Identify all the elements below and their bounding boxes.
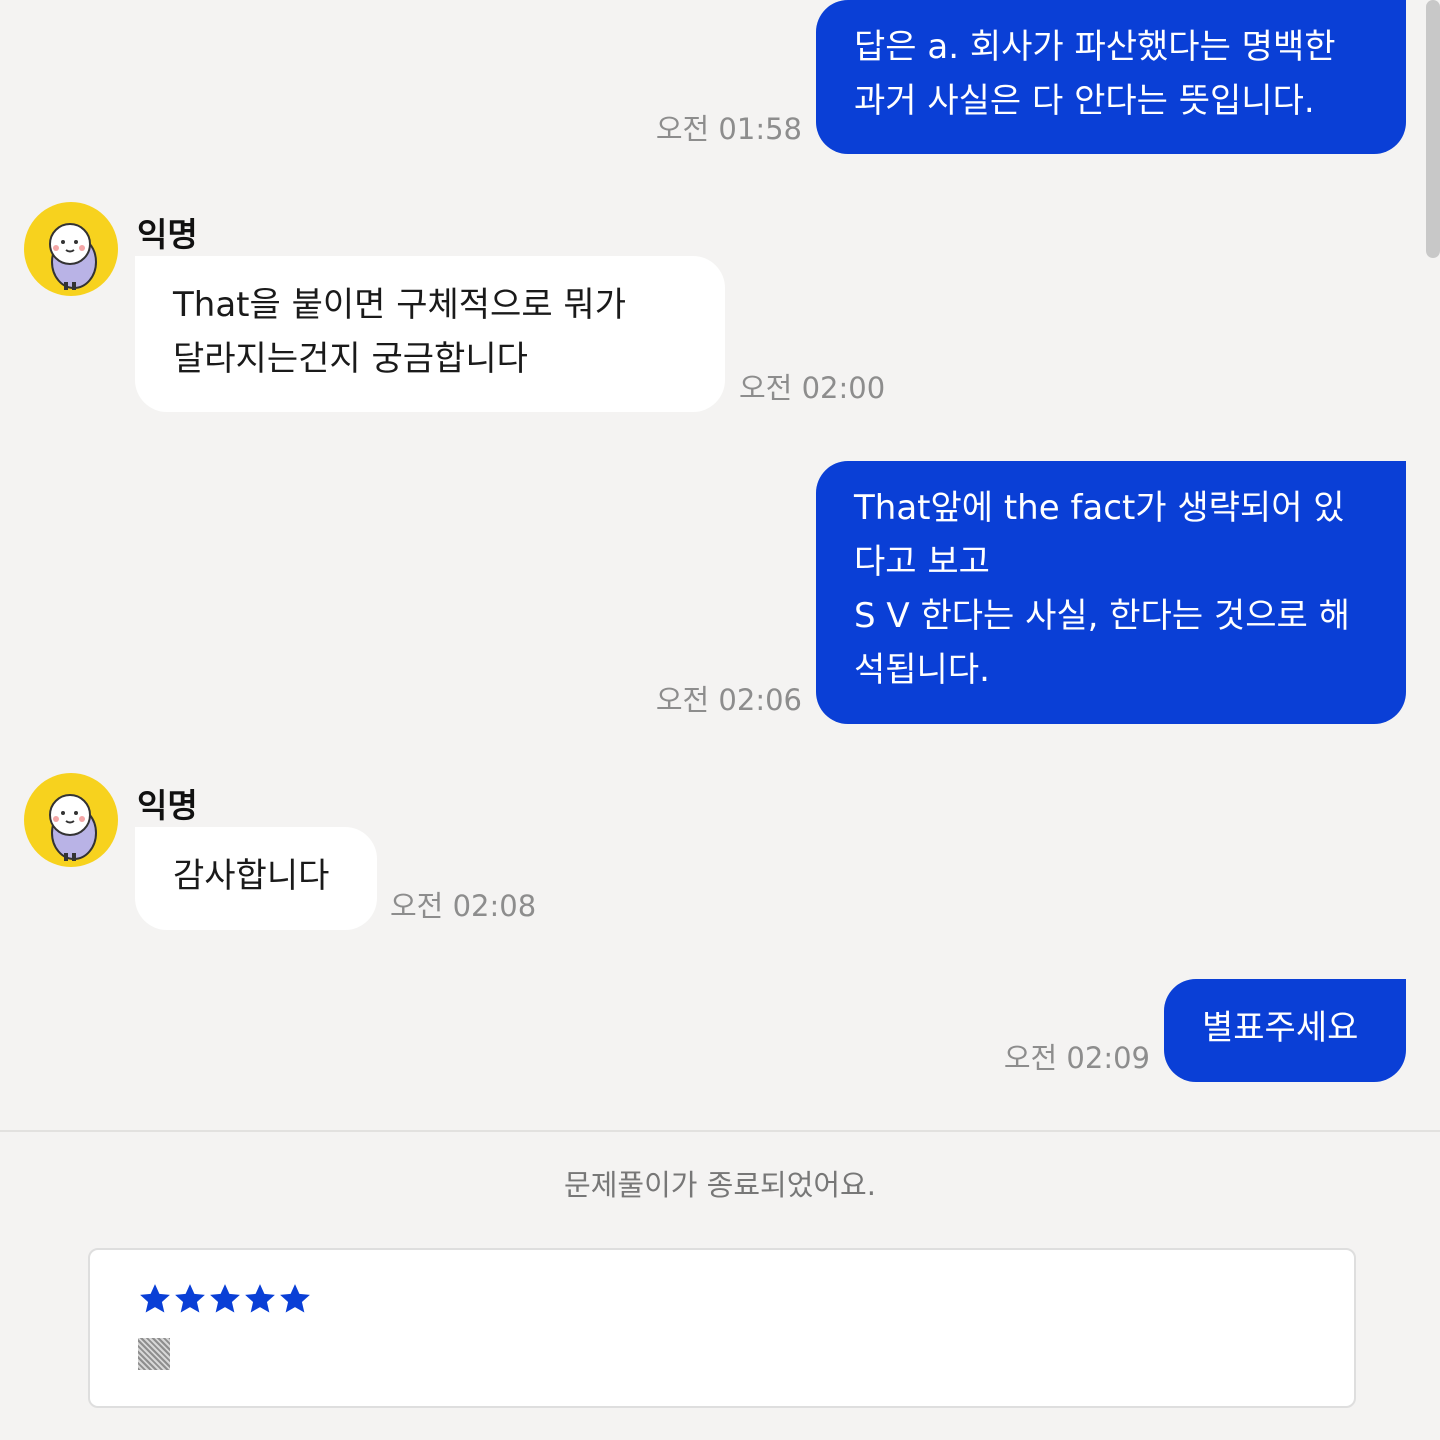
message-timestamp: 오전 02:09 bbox=[1003, 1041, 1150, 1075]
message-timestamp: 오전 02:06 bbox=[655, 683, 802, 717]
message-timestamp: 오전 02:08 bbox=[390, 889, 537, 923]
chat-area[interactable]: 답은 a. 회사가 파산했다는 명백한 과거 사실은 다 안다는 뜻입니다. 오… bbox=[0, 0, 1440, 1130]
star-icon bbox=[245, 1284, 275, 1313]
sender-name: 익명 bbox=[137, 215, 198, 254]
message-timestamp: 오전 02:00 bbox=[739, 371, 886, 405]
star-icon bbox=[140, 1284, 170, 1313]
outgoing-message-bubble: That앞에 the fact가 생략되어 있 다고 보고 S V 한다는 사실… bbox=[816, 461, 1406, 724]
star-icon bbox=[210, 1284, 240, 1313]
review-card: ▒ bbox=[88, 1248, 1356, 1408]
divider bbox=[0, 1130, 1440, 1132]
sender-avatar[interactable] bbox=[24, 773, 118, 867]
sender-name: 익명 bbox=[137, 786, 198, 825]
session-ended-notice: 문제풀이가 종료되었어요. bbox=[564, 1168, 876, 1202]
incoming-message-bubble: 감사합니다 bbox=[135, 827, 377, 930]
chat-scrollbar[interactable] bbox=[1426, 0, 1440, 258]
message-timestamp: 오전 01:58 bbox=[655, 112, 802, 146]
outgoing-message-bubble: 별표주세요 bbox=[1164, 979, 1406, 1082]
star-icon bbox=[175, 1284, 205, 1313]
outgoing-message-bubble: 답은 a. 회사가 파산했다는 명백한 과거 사실은 다 안다는 뜻입니다. bbox=[816, 0, 1406, 154]
rating-stars bbox=[138, 1282, 312, 1316]
anonymous-character-avatar-icon bbox=[49, 223, 97, 290]
sender-avatar[interactable] bbox=[24, 202, 118, 296]
incoming-message-bubble: That을 붙이면 구체적으로 뭐가 달라지는건지 궁금합니다 bbox=[135, 256, 725, 412]
review-text: ▒ bbox=[138, 1338, 170, 1370]
anonymous-character-avatar-icon bbox=[49, 794, 97, 861]
star-icon bbox=[280, 1284, 310, 1313]
